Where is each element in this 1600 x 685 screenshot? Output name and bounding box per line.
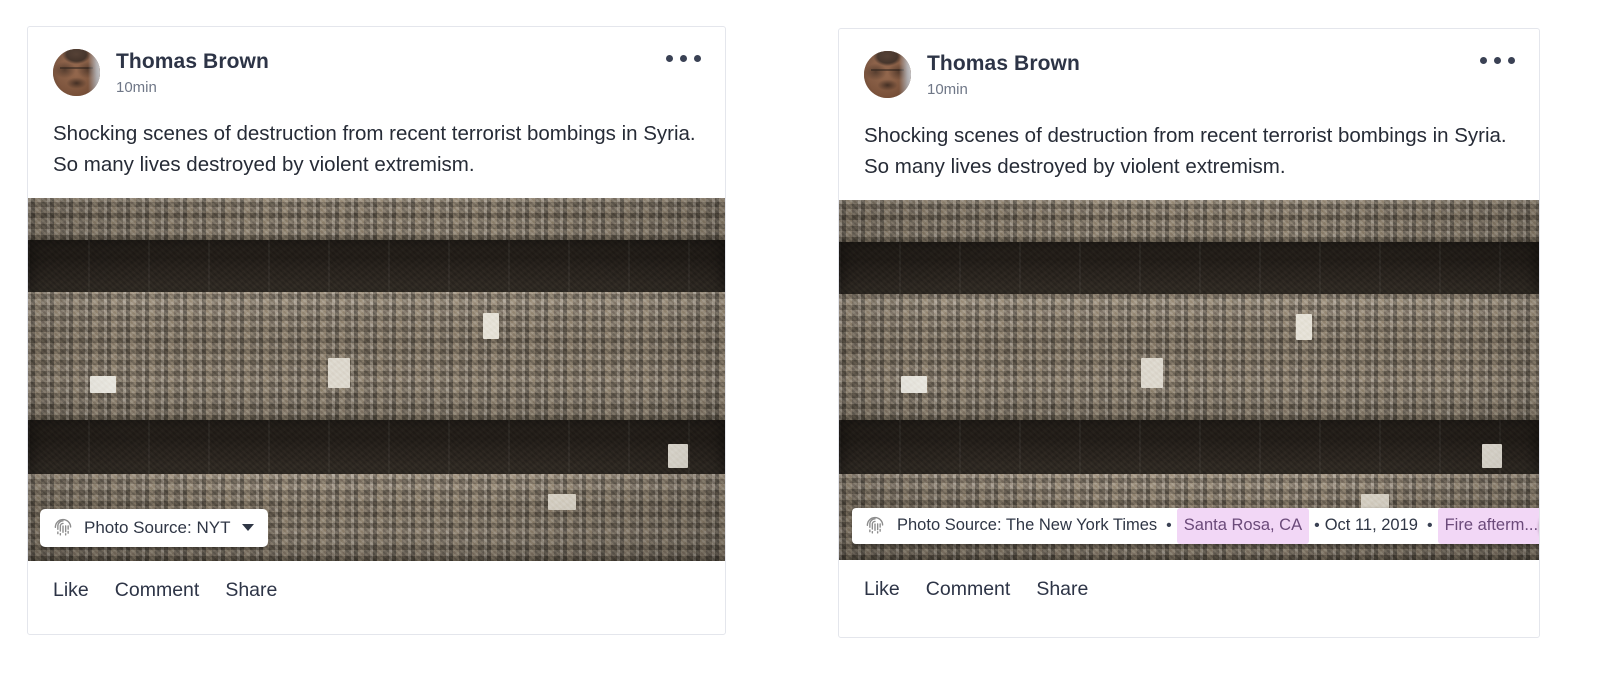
post-actions: Like Comment Share (839, 560, 1539, 619)
photo-location: Santa Rosa, CA (1176, 507, 1310, 544)
like-button[interactable]: Like (53, 579, 89, 602)
post-text: Shocking scenes of destruction from rece… (864, 123, 1507, 178)
photo-source-label: Photo Source: NYT (84, 517, 231, 537)
post-photo[interactable]: Photo Source: NYT (28, 197, 725, 561)
author-name: Thomas Brown (927, 52, 1080, 75)
fingerprint-icon (54, 518, 72, 536)
aerial-photo-burned-neighborhood (839, 199, 1539, 560)
post-photo[interactable]: Photo Source: The New York Times • Santa… (839, 199, 1539, 560)
post-header: Thomas Brown 10min (28, 27, 725, 97)
avatar (53, 49, 100, 96)
photo-source-label: Photo Source: The New York Times (897, 516, 1158, 535)
post-text: Shocking scenes of destruction from rece… (53, 121, 696, 176)
badge-separator-2: • (1314, 516, 1320, 534)
badge-separator-3: • (1426, 516, 1433, 534)
photo-caption: Fire afterm... (1437, 507, 1539, 544)
author-block: Thomas Brown 10min (116, 49, 269, 97)
author-block: Thomas Brown 10min (927, 51, 1080, 99)
comment-button[interactable]: Comment (926, 578, 1011, 601)
chevron-down-icon[interactable] (242, 524, 255, 532)
post-actions: Like Comment Share (28, 561, 725, 620)
photo-source-badge-expanded[interactable]: Photo Source: The New York Times • Santa… (852, 507, 1539, 544)
photo-source-badge[interactable]: Photo Source: NYT (40, 508, 269, 547)
comment-button[interactable]: Comment (115, 579, 200, 602)
badge-separator-1: • (1166, 516, 1172, 534)
post-header: Thomas Brown 10min (839, 29, 1539, 99)
author-name: Thomas Brown (116, 50, 269, 73)
more-options-icon[interactable] (1478, 53, 1517, 68)
fingerprint-icon (866, 516, 884, 534)
post-timestamp: 10min (927, 81, 968, 99)
like-button[interactable]: Like (864, 578, 900, 601)
post-timestamp: 10min (116, 79, 157, 97)
photo-date: Oct 11, 2019 (1324, 516, 1418, 535)
share-button[interactable]: Share (1036, 578, 1088, 601)
screenshot-stage: Thomas Brown 10min Shocking scenes of de… (0, 0, 1600, 685)
avatar (864, 51, 911, 98)
social-post-card-expanded: Thomas Brown 10min Shocking scenes of de… (838, 28, 1540, 638)
share-button[interactable]: Share (225, 579, 277, 602)
aerial-photo-burned-neighborhood (28, 197, 725, 561)
more-options-icon[interactable] (664, 51, 703, 66)
social-post-card-collapsed: Thomas Brown 10min Shocking scenes of de… (27, 26, 726, 635)
